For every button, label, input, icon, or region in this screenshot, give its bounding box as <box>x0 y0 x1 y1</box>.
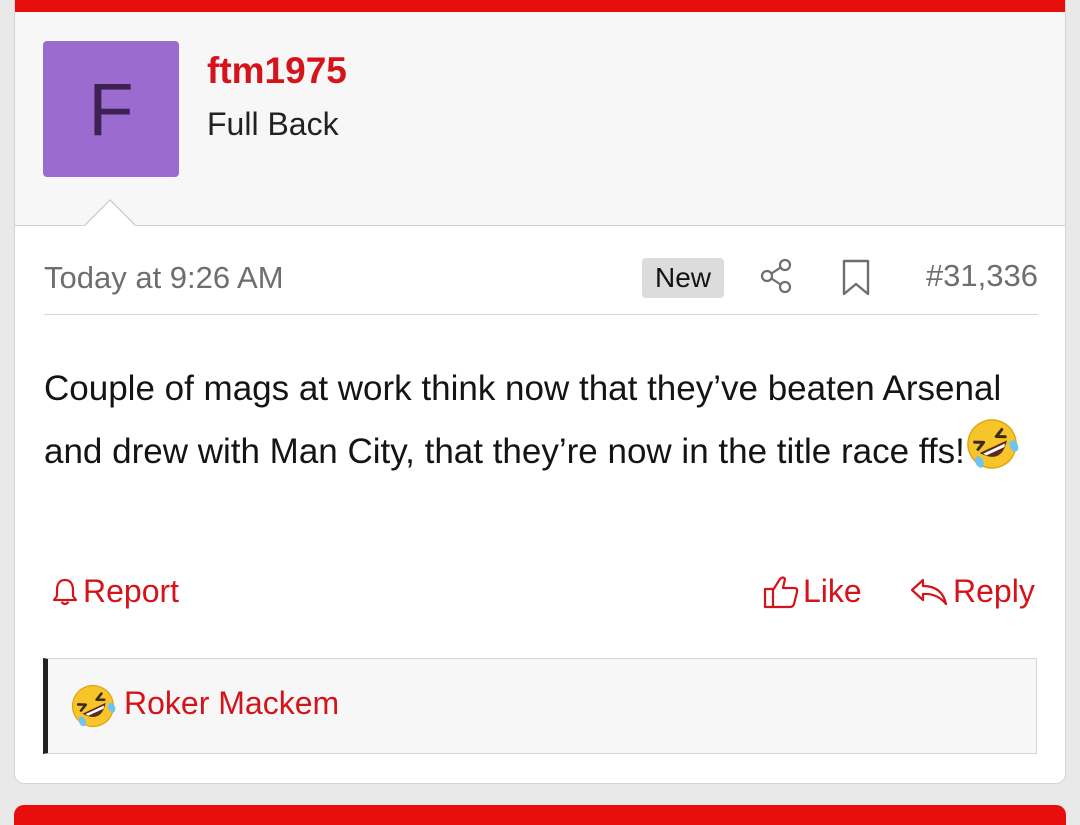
bell-icon <box>52 578 78 605</box>
user-info-area: F ftm1975 Full Back <box>15 12 1065 226</box>
post-card: F ftm1975 Full Back Today at 9:26 AM New… <box>14 0 1066 784</box>
bookmark-icon[interactable] <box>841 259 871 297</box>
like-button[interactable]: Like <box>763 573 862 610</box>
thumbs-up-icon <box>763 575 799 608</box>
new-badge: New <box>642 258 724 298</box>
rolling-on-floor-laughing-emoji-icon <box>967 419 1019 469</box>
like-label: Like <box>803 573 862 609</box>
rolling-on-floor-laughing-reaction-icon <box>71 684 116 728</box>
share-icon[interactable] <box>760 258 796 294</box>
post-timestamp[interactable]: Today at 9:26 AM <box>44 260 284 296</box>
new-badge-label: New <box>654 262 711 293</box>
report-button[interactable]: Report <box>51 573 179 610</box>
report-label: Report <box>83 573 180 609</box>
post-meta-row: Today at 9:26 AM New #31,336 <box>44 240 1038 315</box>
post-number-link[interactable]: #31,336 <box>926 258 1038 294</box>
reply-arrow-icon <box>910 578 948 605</box>
reactions-bar[interactable]: Roker Mackem <box>43 658 1037 754</box>
username-link[interactable]: ftm1975 <box>207 50 347 92</box>
post-body-text: Couple of mags at work think now that th… <box>44 369 1002 471</box>
reaction-user-link[interactable]: Roker Mackem <box>124 685 339 722</box>
reply-button[interactable]: Reply <box>909 573 1035 610</box>
user-arrow-icon <box>85 198 135 226</box>
reply-label: Reply <box>953 573 1035 609</box>
post-top-bar <box>15 0 1065 12</box>
post-body: Couple of mags at work think now that th… <box>44 360 1034 480</box>
avatar-letter: F <box>88 67 134 151</box>
avatar[interactable]: F <box>43 41 179 177</box>
next-post-top-bar <box>14 805 1066 825</box>
user-title: Full Back <box>207 106 339 142</box>
